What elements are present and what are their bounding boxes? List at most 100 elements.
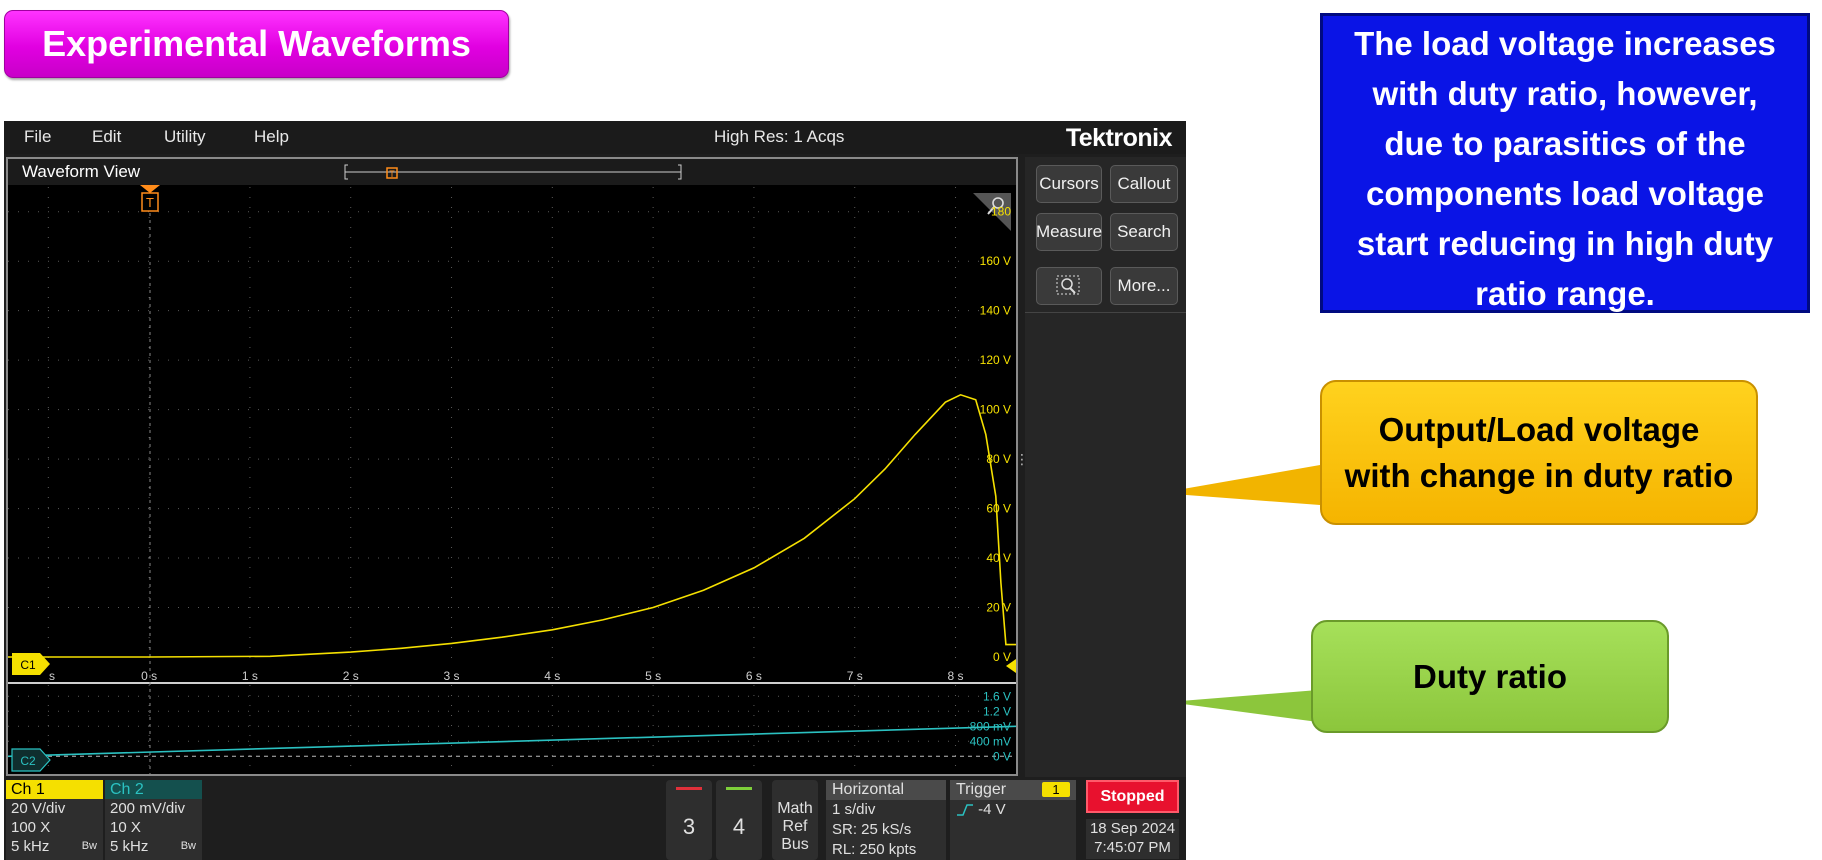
math-label: Math [777,800,813,817]
ch1-y-tick-label: 120 V [980,353,1011,367]
slide-title: Experimental Waveforms [42,23,471,64]
waveform-view-title: Waveform View [22,162,141,181]
measure-button[interactable]: Measure [1036,213,1102,251]
ch2-vdiv: 200 mV/div [110,800,186,817]
ch1-badge[interactable]: Ch 1 20 V/div 100 X 5 kHz Bw [6,780,103,860]
ch1-y-tick-label: 100 V [980,403,1011,417]
duty-ratio-callout: Duty ratio [1311,620,1669,733]
waveform-plot[interactable]: T 0 V20 V40 V60 V80 V100 V120 V140 V160 … [8,185,1016,774]
explanation-note: The load voltage increases with duty rat… [1320,13,1810,313]
callout-output-line2: with change in duty ratio [1344,456,1734,494]
ch2-probe: 10 X [110,819,141,836]
record-overview-bar[interactable]: T [343,161,683,183]
ch1-y-tick-label: 20 V [986,601,1011,615]
record-length: RL: 250 kpts [832,841,917,858]
ch1-probe: 100 X [11,819,51,836]
x-tick-label: 8 s [948,669,964,683]
ch3-button[interactable]: 3 [666,780,712,860]
slide-title-banner: Experimental Waveforms [4,10,509,78]
ch1-y-tick-label: 0 V [993,650,1011,664]
x-tick-label: 0 s [141,669,157,683]
sample-rate: SR: 25 kS/s [832,821,912,838]
side-divider [1025,312,1186,313]
callout-output-line1: Output/Load voltage [1378,410,1700,448]
trigger-level: -4 V [978,801,1006,818]
ch2-y-tick-label: 400 mV [970,734,1011,748]
trigger-badge[interactable]: Trigger 1 -4 V [950,780,1076,860]
note-line: with duty ratio, however, [1372,75,1758,112]
horizontal-title: Horizontal [826,780,946,800]
math-ref-bus-button[interactable]: Math Ref Bus [772,780,818,860]
overview-trigger-marker: T [389,169,395,179]
trigger-source: 1 [1042,782,1070,797]
panel-resize-handle[interactable]: ⋮ [1015,453,1029,467]
x-tick-label: s [49,669,55,683]
callout-button[interactable]: Callout [1110,165,1178,203]
date-time: 18 Sep 2024 7:45:07 PM [1086,819,1179,859]
ch2-bandwidth: 5 kHz [110,838,149,855]
more-button[interactable]: More... [1110,267,1178,305]
x-tick-label: 5 s [645,669,661,683]
ch4-label: 4 [732,814,746,839]
ch2-y-tick-label: 0 V [993,749,1011,763]
acquisition-status: High Res: 1 Acqs [714,127,845,146]
menu-edit[interactable]: Edit [92,127,121,147]
side-control-panel: Cursors Callout Measure Search More... ⋮ [1015,157,1186,777]
note-line: start reducing in high duty [1356,225,1774,262]
ch4-color-bar [726,787,752,790]
waveform-view-header: Waveform View T [8,159,1016,185]
run-stop-button[interactable]: Stopped [1086,780,1179,813]
menu-help[interactable]: Help [254,127,289,147]
ch1-bandwidth: 5 kHz [11,838,50,855]
x-tick-label: 2 s [343,669,359,683]
output-voltage-callout: Output/Load voltage with change in duty … [1320,380,1758,525]
ch1-y-tick-label: 160 V [980,254,1011,268]
ch3-label: 3 [682,814,696,839]
menu-file[interactable]: File [24,127,51,147]
ref-label: Ref [782,818,808,835]
note-line: due to parasitics of the [1384,125,1746,162]
note-line: components load voltage [1366,175,1764,212]
x-tick-label: 4 s [544,669,560,683]
search-button[interactable]: Search [1110,213,1178,251]
note-line: ratio range. [1475,275,1655,312]
cursors-button[interactable]: Cursors [1036,165,1102,203]
zoom-button[interactable] [1036,267,1102,305]
bus-label: Bus [781,836,809,853]
svg-text:C1: C1 [20,658,36,672]
x-tick-label: 1 s [242,669,258,683]
ch2-y-tick-label: 1.6 V [983,689,1011,703]
ch3-color-bar [676,787,702,790]
x-tick-label: 3 s [444,669,460,683]
brand-logo: Tektronix [1065,124,1173,152]
ch2-bw-limit-tag: Bw [180,840,196,852]
x-tick-label: 7 s [847,669,863,683]
svg-text:T: T [146,195,154,210]
zoom-icon [1056,275,1080,295]
status-bar: Ch 1 20 V/div 100 X 5 kHz Bw Ch 2 200 mV/… [4,777,1186,860]
ch1-y-tick-label: 180 [991,205,1011,219]
ch2-y-tick-label: 1.2 V [983,704,1011,718]
oscilloscope-screen: File Edit Utility Help High Res: 1 Acqs … [4,121,1186,860]
rising-edge-icon [957,804,973,816]
acquisition-state: Stopped [1100,787,1165,805]
x-tick-label: 6 s [746,669,762,683]
menu-bar: File Edit Utility Help High Res: 1 Acqs … [4,121,1186,154]
note-line: The load voltage increases [1354,25,1776,62]
time: 7:45:07 PM [1094,839,1171,856]
callout-duty-label: Duty ratio [1412,657,1567,695]
horizontal-scale: 1 s/div [832,801,876,818]
waveform-view: Waveform View T T 0 V 20 V 40 V 60 V 80 … [6,157,1018,776]
ch1-vdiv: 20 V/div [11,800,66,817]
svg-text:C2: C2 [20,754,36,768]
ch4-button[interactable]: 4 [716,780,762,860]
horizontal-badge[interactable]: Horizontal 1 s/div SR: 25 kS/s RL: 250 k… [826,780,946,860]
menu-utility[interactable]: Utility [164,127,206,147]
date: 18 Sep 2024 [1089,820,1176,837]
ch1-name: Ch 1 [6,780,103,799]
ch1-y-tick-label: 140 V [980,304,1011,318]
ch1-y-tick-label: 60 V [986,502,1011,516]
trigger-title: Trigger [956,781,1007,798]
ch2-badge[interactable]: Ch 2 200 mV/div 10 X 5 kHz Bw [105,780,202,860]
ch1-bw-limit-tag: Bw [81,840,97,852]
